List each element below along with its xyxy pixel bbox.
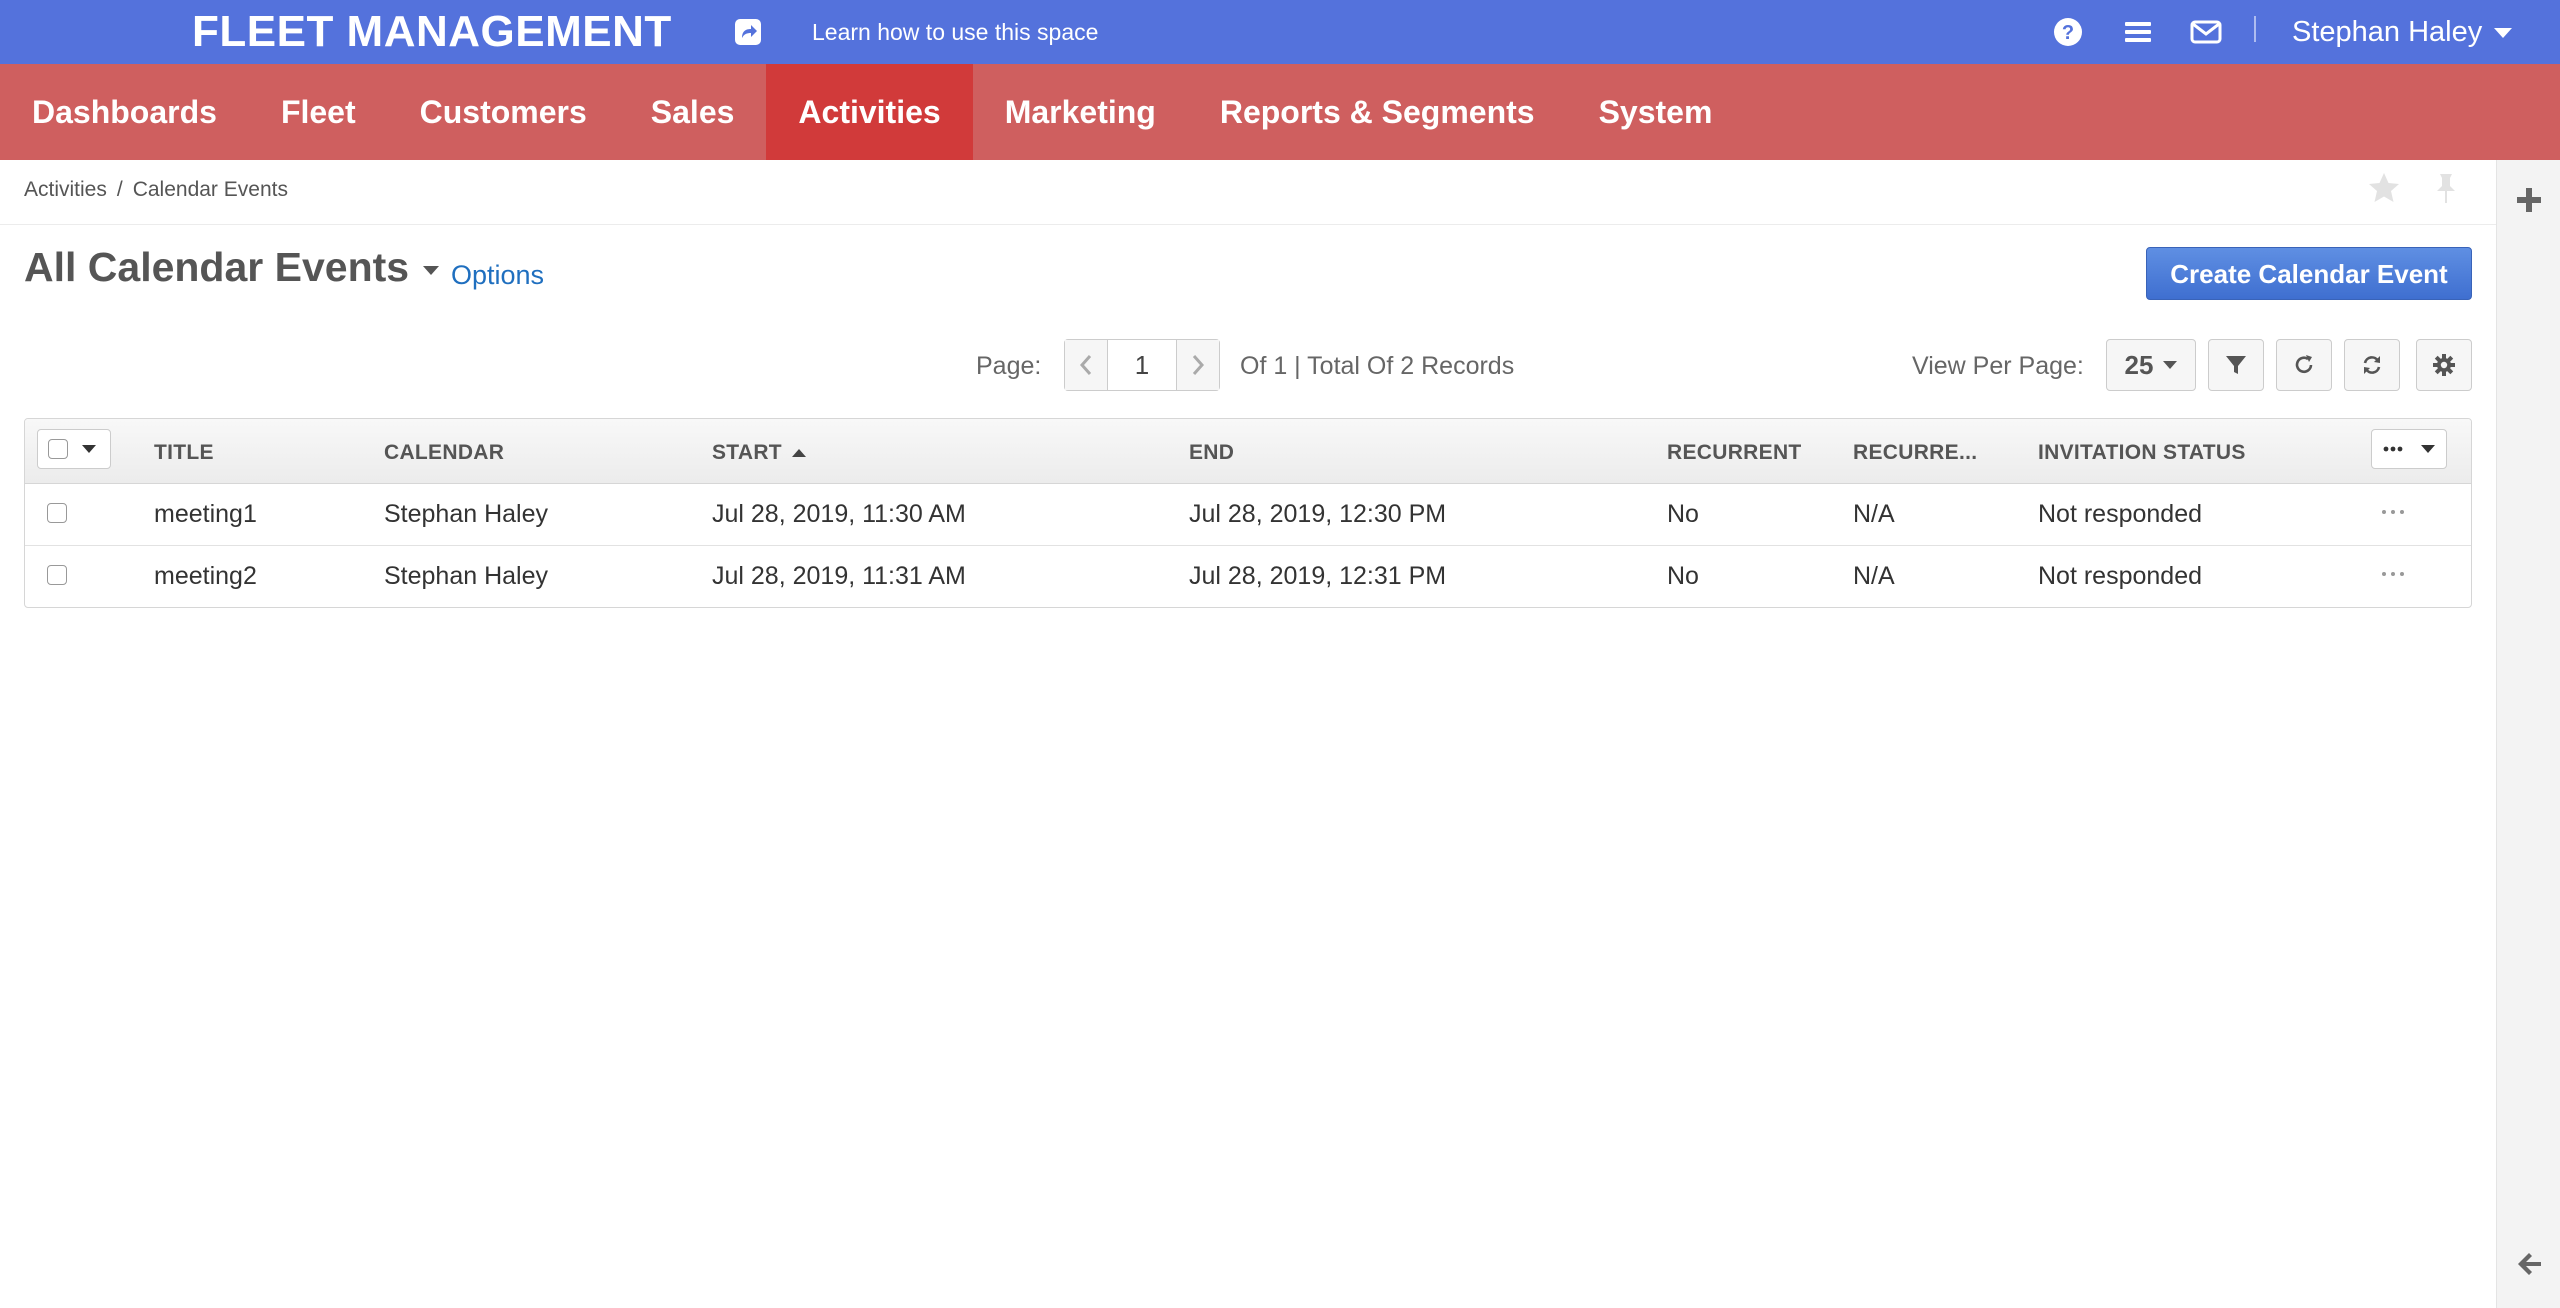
reset-icon — [2363, 356, 2381, 374]
breadcrumb: Activities / Calendar Events — [24, 178, 288, 202]
cell-end: Jul 28, 2019, 12:30 PM — [1189, 500, 1447, 528]
options-link[interactable]: Options — [451, 260, 544, 291]
nav-item-marketing[interactable]: Marketing — [973, 64, 1188, 160]
cell-start: Jul 28, 2019, 11:31 AM — [712, 562, 966, 590]
cell-start: Jul 28, 2019, 11:30 AM — [712, 500, 966, 528]
column-header-recurrent[interactable]: RECURRENT — [1667, 441, 1802, 465]
pager-label: Page: — [976, 352, 1042, 380]
cell-recurrence: N/A — [1853, 562, 1895, 590]
breadcrumb-separator: / — [116, 178, 123, 201]
svg-text:?: ? — [2062, 22, 2074, 44]
row-actions-icon[interactable] — [2381, 509, 2405, 515]
cell-calendar: Stephan Haley — [384, 562, 549, 590]
select-all-checkbox[interactable] — [48, 439, 68, 459]
refresh-icon — [2295, 355, 2313, 374]
cell-end: Jul 28, 2019, 12:31 PM — [1189, 562, 1447, 590]
cell-title: meeting2 — [154, 562, 257, 590]
app-title[interactable]: FLEET MANAGEMENT — [192, 6, 672, 58]
star-icon[interactable] — [2366, 170, 2402, 206]
learn-link[interactable]: Learn how to use this space — [812, 14, 1098, 50]
nav-item-sales[interactable]: Sales — [619, 64, 767, 160]
user-menu[interactable]: Stephan Haley — [2292, 12, 2513, 52]
column-header-start-label: START — [712, 441, 782, 464]
per-page-select[interactable]: 25 — [2106, 339, 2196, 391]
chevron-left-icon — [1079, 355, 1092, 375]
reset-button[interactable] — [2344, 339, 2400, 391]
chevron-down-icon — [2421, 445, 2435, 453]
chevron-down-icon — [423, 266, 440, 275]
breadcrumb-bar: Activities / Calendar Events — [0, 160, 2496, 225]
nav-item-activities[interactable]: Activities — [766, 64, 973, 160]
main-navigation: Dashboards Fleet Customers Sales Activit… — [0, 64, 2560, 160]
column-header-end[interactable]: END — [1189, 441, 1234, 465]
cell-recurrence: N/A — [1853, 500, 1895, 528]
column-header-invitation-status[interactable]: INVITATION STATUS — [2038, 441, 2246, 465]
nav-item-system[interactable]: System — [1567, 64, 1745, 160]
cell-invitation-status: Not responded — [2038, 562, 2203, 590]
cell-calendar: Stephan Haley — [384, 500, 549, 528]
cell-recurrent: No — [1667, 562, 1699, 590]
mass-action-select[interactable] — [37, 429, 111, 469]
sort-ascending-icon — [791, 449, 806, 458]
ellipsis-icon — [2383, 446, 2403, 452]
help-icon[interactable]: ? — [2052, 16, 2084, 48]
refresh-button[interactable] — [2276, 339, 2332, 391]
next-page-button[interactable] — [1177, 340, 1219, 390]
menu-icon[interactable] — [2122, 16, 2154, 48]
cell-recurrent: No — [1667, 500, 1699, 528]
mail-icon[interactable] — [2190, 16, 2222, 48]
row-checkbox[interactable] — [47, 503, 67, 523]
per-page-label: View Per Page: — [1912, 352, 2084, 380]
cell-title: meeting1 — [154, 500, 257, 528]
breadcrumb-item-activities[interactable]: Activities — [24, 178, 107, 202]
pin-icon[interactable] — [2428, 170, 2464, 206]
plus-icon[interactable] — [2515, 186, 2543, 214]
chevron-down-icon — [2494, 28, 2513, 38]
chevron-right-icon — [1192, 355, 1205, 375]
pager — [1064, 339, 1220, 391]
breadcrumb-item-current: Calendar Events — [132, 178, 288, 201]
column-header-start[interactable]: START — [712, 441, 806, 465]
nav-item-dashboards[interactable]: Dashboards — [0, 64, 249, 160]
page-title: All Calendar Events — [24, 244, 410, 290]
page-title-group[interactable]: All Calendar Events — [24, 244, 440, 291]
right-sidebar — [2496, 160, 2560, 1308]
filter-icon — [2226, 356, 2246, 374]
column-header-title[interactable]: TITLE — [154, 441, 214, 465]
nav-item-fleet[interactable]: Fleet — [249, 64, 388, 160]
top-header: FLEET MANAGEMENT Learn how to use this s… — [0, 0, 2560, 64]
user-name: Stephan Haley — [2292, 16, 2483, 48]
chevron-down-icon — [2163, 361, 2178, 369]
nav-item-customers[interactable]: Customers — [388, 64, 619, 160]
grid-header: TITLE CALENDAR START END RECURRENT RECUR… — [25, 419, 2471, 484]
chevron-down-icon — [82, 445, 96, 453]
page-number-input[interactable] — [1107, 340, 1177, 390]
share-icon[interactable] — [734, 18, 762, 46]
create-calendar-event-button[interactable]: Create Calendar Event — [2146, 247, 2472, 300]
gear-icon — [2433, 354, 2455, 376]
column-actions-button[interactable] — [2371, 429, 2447, 469]
per-page-value: 25 — [2124, 349, 2154, 380]
arrow-left-icon[interactable] — [2515, 1250, 2543, 1278]
cell-invitation-status: Not responded — [2038, 500, 2203, 528]
row-actions-icon[interactable] — [2381, 571, 2405, 577]
header-divider — [2254, 16, 2256, 42]
grid-settings-button[interactable] — [2416, 339, 2472, 391]
prev-page-button[interactable] — [1065, 340, 1107, 390]
column-header-recurrence[interactable]: RECURRE... — [1853, 441, 1977, 465]
column-header-calendar[interactable]: CALENDAR — [384, 441, 504, 465]
pager-summary: Of 1 | Total Of 2 Records — [1240, 352, 1515, 380]
nav-item-reports-segments[interactable]: Reports & Segments — [1188, 64, 1567, 160]
filter-button[interactable] — [2208, 339, 2264, 391]
table-row[interactable]: meeting2 Stephan Haley Jul 28, 2019, 11:… — [25, 545, 2471, 607]
calendar-events-grid: TITLE CALENDAR START END RECURRENT RECUR… — [24, 418, 2472, 608]
table-row[interactable]: meeting1 Stephan Haley Jul 28, 2019, 11:… — [25, 483, 2471, 546]
row-checkbox[interactable] — [47, 565, 67, 585]
